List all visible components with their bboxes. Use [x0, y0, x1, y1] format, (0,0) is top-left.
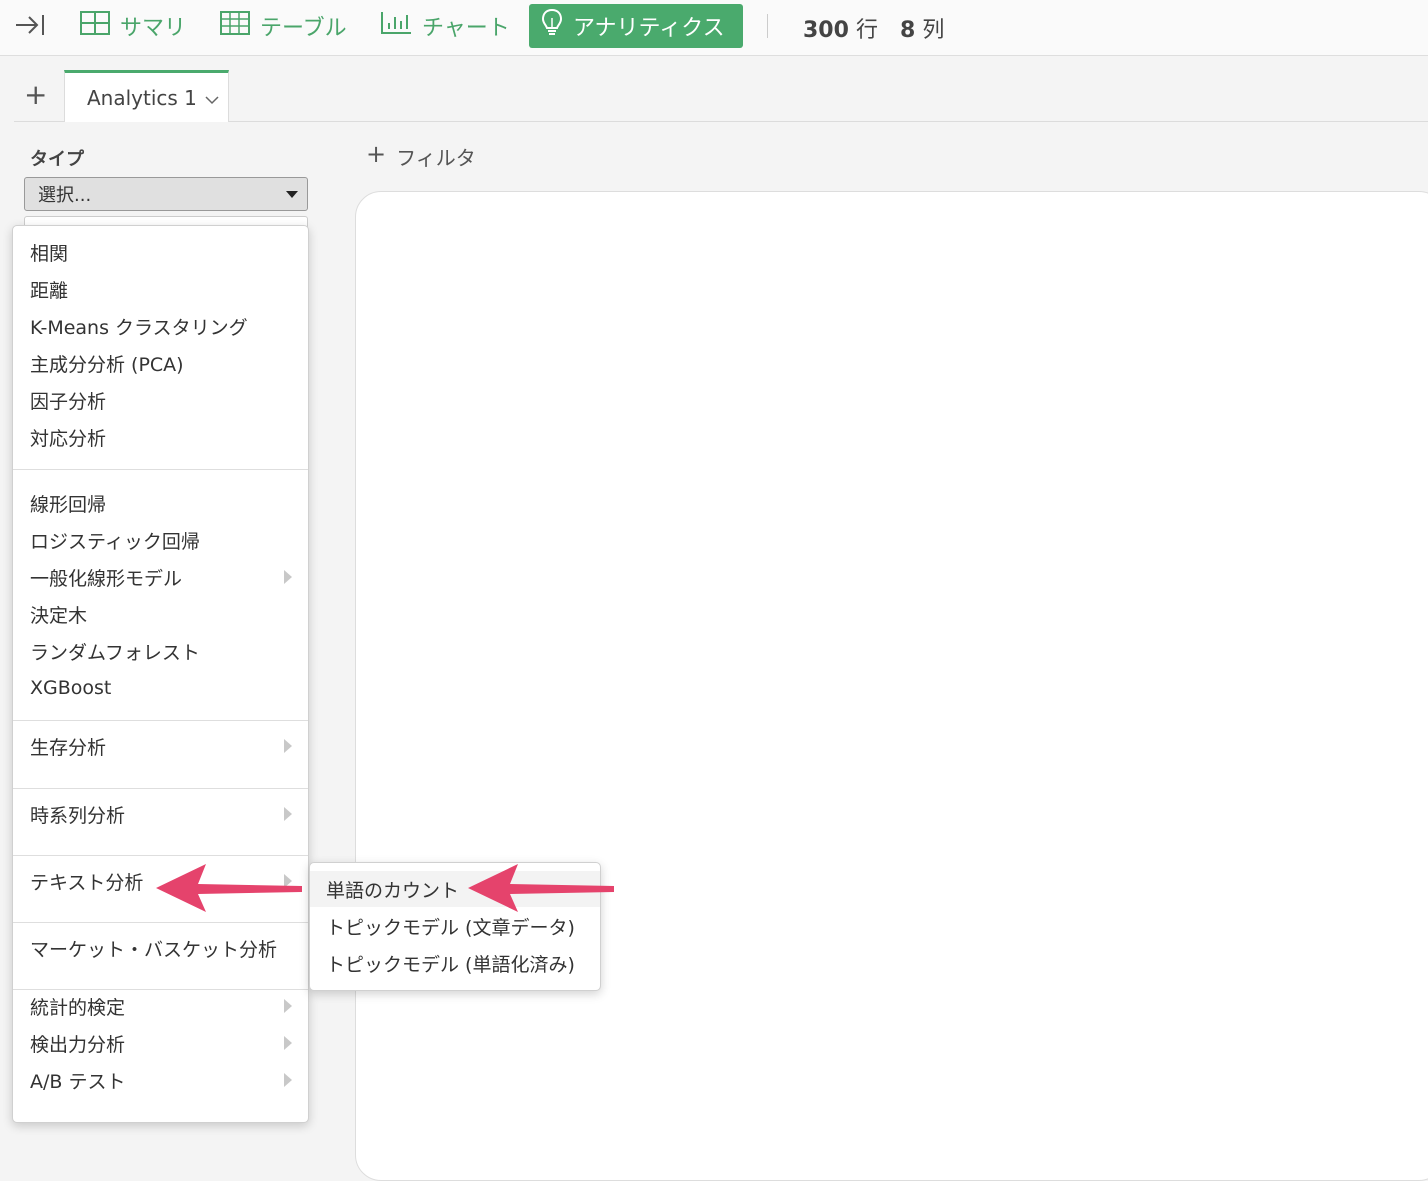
submenu-item-0[interactable]: 単語のカウント — [310, 871, 600, 907]
menu-separator — [13, 720, 308, 721]
chevron-right-icon — [284, 1036, 292, 1050]
chevron-right-icon — [284, 874, 292, 888]
add-filter-button[interactable]: + フィルタ — [366, 142, 476, 171]
submenu-item-1[interactable]: トピックモデル (文章データ) — [310, 908, 600, 944]
analysis-type-menu: 相関距離 K-Means クラスタリング 主成分分析 (PCA) 因子分析対応分析線形… — [12, 225, 309, 1123]
submenu-item-label: トピックモデル (文章データ) — [326, 916, 575, 939]
menu-item-basket-0[interactable]: マーケット・バスケット分析 — [13, 930, 308, 966]
row-count-value: 300 — [803, 18, 849, 43]
caret-down-icon — [286, 191, 298, 198]
filter-label: フィルタ — [396, 146, 476, 170]
analytics-tabbar: + Analytics 1 — [14, 56, 1428, 123]
menu-item-label: 検出力分析 — [30, 1033, 126, 1056]
type-select-value: 選択... — [38, 185, 92, 206]
chevron-right-icon — [284, 807, 292, 821]
menu-item-label: ロジスティック回帰 — [30, 530, 200, 553]
submenu-item-label: 単語のカウント — [326, 879, 460, 902]
grid-icon — [80, 11, 110, 41]
tab-summary-label: サマリ — [120, 16, 187, 41]
lightbulb-icon — [541, 8, 563, 44]
menu-item-testing-1[interactable]: 検出力分析 — [13, 1025, 308, 1061]
submenu-item-label: トピックモデル (単語化済み) — [326, 953, 575, 976]
tab-analytics[interactable]: アナリティクス — [529, 4, 743, 48]
column-count-value: 8 — [900, 18, 916, 43]
chevron-right-icon — [284, 739, 292, 753]
text-analysis-submenu: 単語のカウントトピックモデル (文章データ) トピックモデル (単語化済み) — [309, 862, 601, 991]
menu-item-regression-1[interactable]: ロジスティック回帰 — [13, 522, 308, 558]
tab-summary[interactable]: サマリ — [68, 4, 198, 48]
toolbar-divider — [767, 14, 768, 38]
menu-item-regression-2[interactable]: 一般化線形モデル — [13, 559, 308, 595]
plus-icon: + — [366, 140, 387, 168]
menu-item-label: XGBoost — [30, 677, 112, 699]
menu-item-correlation-0[interactable]: 相関 — [13, 234, 308, 270]
menu-item-label: 主成分分析 (PCA) — [30, 353, 184, 376]
menu-item-label: 相関 — [30, 242, 69, 265]
row-count-unit: 行 — [855, 18, 878, 43]
chevron-right-icon — [284, 570, 292, 584]
tab-analytics-1[interactable]: Analytics 1 — [64, 70, 229, 123]
collapse-sidebar-icon[interactable] — [14, 11, 46, 39]
menu-separator — [13, 788, 308, 789]
top-toolbar: サマリ テーブル チャート アナリティクス 300 行 8 列 — [0, 0, 1428, 56]
type-select[interactable]: 選択... — [24, 177, 308, 211]
tab-chart[interactable]: チャート — [368, 4, 522, 48]
type-label: タイプ — [30, 149, 84, 170]
chevron-down-icon[interactable] — [205, 86, 219, 110]
row-count: 300 行 — [803, 12, 878, 44]
menu-item-correlation-5[interactable]: 対応分析 — [13, 419, 308, 455]
menu-item-correlation-4[interactable]: 因子分析 — [13, 382, 308, 418]
column-count: 8 列 — [900, 12, 944, 44]
menu-item-label: マーケット・バスケット分析 — [30, 938, 278, 961]
table-icon — [220, 11, 250, 41]
menu-item-survival-0[interactable]: 生存分析 — [13, 728, 308, 764]
menu-item-label: 生存分析 — [30, 736, 107, 759]
menu-item-testing-2[interactable]: A/B テスト — [13, 1062, 308, 1098]
tab-analytics-label: アナリティクス — [573, 16, 725, 41]
menu-item-label: 線形回帰 — [30, 493, 107, 516]
menu-item-timeseries-0[interactable]: 時系列分析 — [13, 796, 308, 832]
menu-item-label: テキスト分析 — [30, 871, 144, 894]
menu-item-label: 一般化線形モデル — [30, 567, 183, 590]
menu-item-label: 時系列分析 — [30, 804, 126, 827]
menu-separator — [13, 855, 308, 856]
menu-item-correlation-3[interactable]: 主成分分析 (PCA) — [13, 345, 308, 381]
chevron-right-icon — [284, 999, 292, 1013]
menu-item-regression-0[interactable]: 線形回帰 — [13, 485, 308, 521]
menu-item-label: 統計的検定 — [30, 996, 126, 1019]
column-count-unit: 列 — [922, 18, 945, 43]
menu-item-label: 決定木 — [30, 604, 88, 627]
menu-separator — [13, 922, 308, 923]
tab-table-label: テーブル — [260, 16, 347, 41]
menu-item-regression-4[interactable]: ランダムフォレスト — [13, 633, 308, 669]
menu-separator — [13, 469, 308, 470]
chevron-right-icon — [284, 1073, 292, 1087]
tab-chart-label: チャート — [422, 16, 510, 41]
tab-table[interactable]: テーブル — [208, 4, 359, 48]
menu-item-label: A/B テスト — [30, 1070, 126, 1093]
submenu-item-2[interactable]: トピックモデル (単語化済み) — [310, 945, 600, 981]
menu-item-label: K-Means クラスタリング — [30, 316, 248, 339]
menu-separator — [13, 989, 308, 990]
menu-item-testing-0[interactable]: 統計的検定 — [13, 988, 308, 1024]
menu-item-label: 対応分析 — [30, 427, 107, 450]
menu-item-text-0[interactable]: テキスト分析 — [13, 863, 308, 899]
menu-item-correlation-2[interactable]: K-Means クラスタリング — [13, 308, 308, 344]
menu-item-label: 距離 — [30, 279, 69, 302]
add-tab-button[interactable]: + — [24, 81, 47, 109]
tab-analytics-1-label: Analytics 1 — [87, 86, 197, 110]
menu-item-regression-3[interactable]: 決定木 — [13, 596, 308, 632]
bar-chart-icon — [380, 11, 412, 41]
analytics-canvas — [355, 191, 1428, 1181]
menu-item-label: ランダムフォレスト — [30, 641, 200, 664]
menu-item-correlation-1[interactable]: 距離 — [13, 271, 308, 307]
menu-item-label: 因子分析 — [30, 390, 107, 413]
menu-item-regression-5[interactable]: XGBoost — [13, 670, 308, 706]
